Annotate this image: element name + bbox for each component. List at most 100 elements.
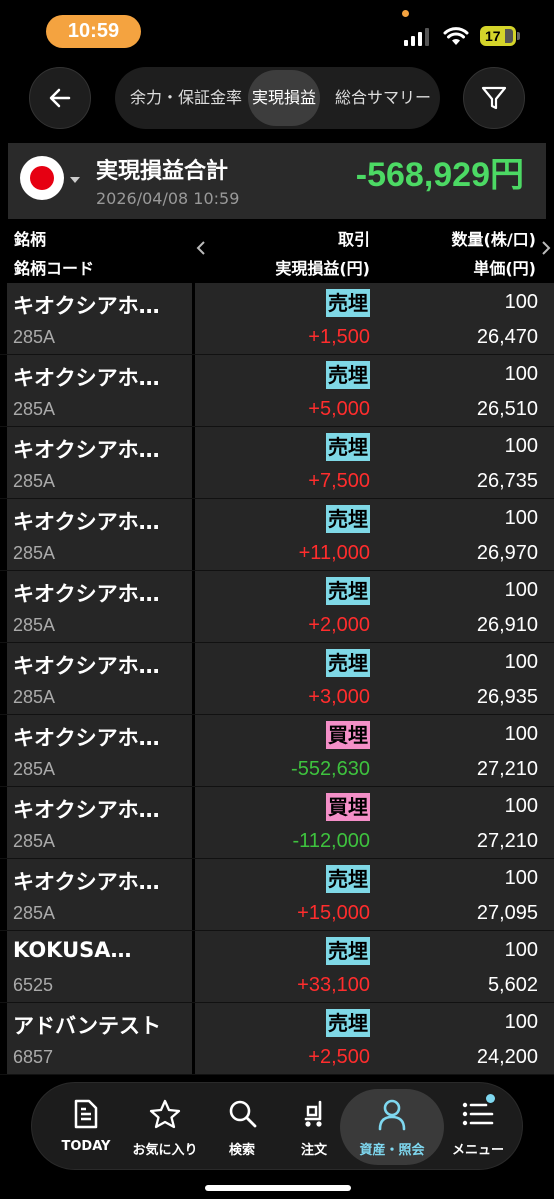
quantity: 100: [504, 867, 538, 889]
chevron-right-icon[interactable]: [541, 240, 551, 256]
realized-pl: +33,100: [297, 974, 370, 996]
trade-type-badge: 買埋: [326, 793, 370, 821]
realized-pl: +2,500: [308, 1046, 370, 1068]
document-icon: [74, 1099, 98, 1129]
unit-price: 26,735: [476, 470, 538, 492]
trade-cell: 売埋 +2,000: [195, 571, 376, 642]
table-row[interactable]: キオクシアホ… 285A 売埋 +15,000 100 27,095: [0, 859, 554, 931]
symbol-code: 285A: [13, 759, 56, 779]
nav-assets[interactable]: 資産・照会: [340, 1089, 444, 1165]
table-row[interactable]: KOKUSA… 6525 売埋 +33,100 100 5,602: [0, 931, 554, 1003]
quantity-cell: 100 26,510: [376, 355, 554, 426]
symbol-cell: キオクシアホ… 285A: [7, 571, 192, 642]
quantity-cell: 100 27,095: [376, 859, 554, 930]
symbol-cell: キオクシアホ… 285A: [7, 643, 192, 714]
trade-type-badge: 売埋: [326, 361, 370, 389]
quantity: 100: [504, 795, 538, 817]
symbol-cell: KOKUSA… 6525: [7, 931, 192, 1002]
battery-icon: 17: [480, 26, 516, 46]
unit-price: 27,210: [476, 830, 538, 852]
tab-realized-pl[interactable]: 実現損益: [248, 70, 320, 126]
unit-price: 24,200: [476, 1046, 538, 1068]
header-quantity: 数量(株/口): [451, 230, 536, 249]
symbol-code: 285A: [13, 831, 56, 851]
trade-cell: 売埋 +1,500: [195, 283, 376, 354]
arrow-left-icon: [49, 88, 71, 108]
quantity-cell: 100 26,910: [376, 571, 554, 642]
symbol-code: 285A: [13, 543, 56, 563]
home-indicator: [205, 1185, 351, 1191]
quantity: 100: [504, 363, 538, 385]
unit-price: 26,910: [476, 614, 538, 636]
star-icon: [149, 1099, 181, 1129]
symbol-name: キオクシアホ…: [13, 870, 160, 894]
unit-price: 27,095: [476, 902, 538, 924]
realized-pl: -112,000: [292, 830, 370, 852]
symbol-name: キオクシアホ…: [13, 510, 160, 534]
symbol-name: キオクシアホ…: [13, 294, 160, 318]
table-row[interactable]: キオクシアホ… 285A 売埋 +1,500 100 26,470: [0, 283, 554, 355]
tab-margin[interactable]: 余力・保証金率: [123, 67, 249, 129]
nav-search[interactable]: 検索: [208, 1083, 276, 1171]
trade-cell: 買埋 -112,000: [195, 787, 376, 858]
symbol-code: 6857: [13, 1047, 54, 1067]
symbol-cell: キオクシアホ… 285A: [7, 283, 192, 354]
table-row[interactable]: キオクシアホ… 285A 売埋 +2,000 100 26,910: [0, 571, 554, 643]
symbol-name: キオクシアホ…: [13, 798, 160, 822]
symbol-name: キオクシアホ…: [13, 438, 160, 462]
table-row[interactable]: キオクシアホ… 285A 売埋 +7,500 100 26,735: [0, 427, 554, 499]
symbol-code: 285A: [13, 327, 56, 347]
trade-type-badge: 売埋: [326, 577, 370, 605]
trade-cell: 売埋 +15,000: [195, 859, 376, 930]
symbol-cell: キオクシアホ… 285A: [7, 427, 192, 498]
nav-menu[interactable]: メニュー: [438, 1083, 518, 1171]
trade-type-badge: 売埋: [326, 937, 370, 965]
table-row[interactable]: キオクシアホ… 285A 売埋 +11,000 100 26,970: [0, 499, 554, 571]
cellular-signal-icon: [404, 28, 429, 46]
realized-pl: +15,000: [297, 902, 370, 924]
summary-title: 実現損益合計: [96, 159, 229, 184]
nav-favorites-label: お気に入り: [132, 1143, 198, 1158]
symbol-name: キオクシアホ…: [13, 366, 160, 390]
trade-type-badge: 買埋: [326, 721, 370, 749]
japan-flag-icon[interactable]: [20, 156, 64, 200]
quantity-cell: 100 5,602: [376, 931, 554, 1002]
quantity: 100: [504, 291, 538, 313]
trade-cell: 売埋 +11,000: [195, 499, 376, 570]
table-row[interactable]: アドバンテスト 6857 売埋 +2,500 100 24,200: [0, 1003, 554, 1075]
chevron-left-icon[interactable]: [196, 240, 206, 256]
quantity-cell: 100 26,935: [376, 643, 554, 714]
trade-list: キオクシアホ… 285A 売埋 +1,500 100 26,470 キオクシアホ… 285A 売…: [0, 283, 554, 1075]
table-row[interactable]: キオクシアホ… 285A 買埋 -552,630 100 27,210: [0, 715, 554, 787]
tab-summary[interactable]: 総合サマリー: [330, 67, 436, 129]
symbol-name: キオクシアホ…: [13, 654, 160, 678]
table-row[interactable]: キオクシアホ… 285A 売埋 +3,000 100 26,935: [0, 643, 554, 715]
chevron-down-icon[interactable]: [70, 177, 80, 183]
unit-price: 26,470: [476, 326, 538, 348]
battery-tip: [517, 32, 520, 40]
quantity-cell: 100 26,970: [376, 499, 554, 570]
trade-type-badge: 売埋: [326, 865, 370, 893]
table-row[interactable]: キオクシアホ… 285A 買埋 -112,000 100 27,210: [0, 787, 554, 859]
nav-order[interactable]: 注文: [280, 1083, 348, 1171]
nav-favorites[interactable]: お気に入り: [126, 1083, 204, 1171]
symbol-name: アドバンテスト: [13, 1014, 162, 1038]
filter-button[interactable]: [463, 67, 525, 129]
status-bar: 10:59 17: [0, 0, 554, 60]
quantity: 100: [504, 939, 538, 961]
trade-cell: 買埋 -552,630: [195, 715, 376, 786]
nav-assets-label: 資産・照会: [359, 1143, 425, 1158]
battery-level: 17: [485, 28, 501, 44]
symbol-cell: キオクシアホ… 285A: [7, 499, 192, 570]
header-realized-pl: 実現損益(円): [275, 259, 370, 278]
pl-summary: 実現損益合計 2026/04/08 10:59 -568,929円: [8, 143, 546, 219]
back-button[interactable]: [29, 67, 91, 129]
nav-today[interactable]: TODAY: [50, 1083, 122, 1171]
symbol-cell: キオクシアホ… 285A: [7, 787, 192, 858]
symbol-name: キオクシアホ…: [13, 582, 160, 606]
trade-cell: 売埋 +5,000: [195, 355, 376, 426]
symbol-code: 285A: [13, 687, 56, 707]
realized-pl: -552,630: [291, 758, 370, 780]
trade-type-badge: 売埋: [326, 289, 370, 317]
table-row[interactable]: キオクシアホ… 285A 売埋 +5,000 100 26,510: [0, 355, 554, 427]
